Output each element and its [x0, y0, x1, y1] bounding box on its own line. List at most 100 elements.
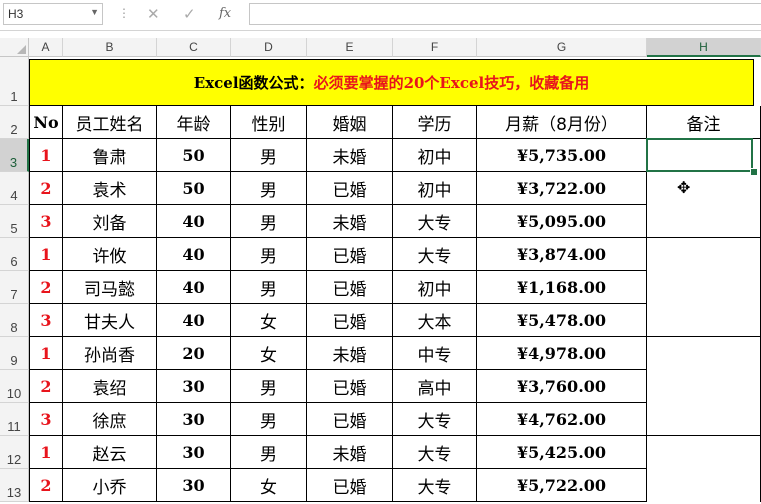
cell-gender[interactable]: 女	[231, 469, 307, 502]
cell-gender[interactable]: 男	[231, 172, 307, 205]
row-header-10[interactable]: 10	[0, 370, 29, 403]
cell-marriage[interactable]: 已婚	[307, 304, 393, 337]
cell-edu[interactable]: 高中	[393, 370, 477, 403]
row-header-12[interactable]: 12	[0, 436, 29, 469]
cell-age[interactable]: 30	[157, 469, 231, 502]
cell-salary[interactable]: ¥5,722.00	[477, 469, 647, 502]
enter-icon[interactable]: ✓	[183, 5, 196, 23]
cell-marriage[interactable]: 已婚	[307, 403, 393, 436]
row-header-11[interactable]: 11	[0, 403, 29, 436]
remark-cell-2[interactable]	[647, 238, 761, 337]
cell-marriage[interactable]: 未婚	[307, 337, 393, 370]
cell-age[interactable]: 40	[157, 304, 231, 337]
cell-edu[interactable]: 大专	[393, 436, 477, 469]
cell-gender[interactable]: 男	[231, 238, 307, 271]
cell-marriage[interactable]: 已婚	[307, 370, 393, 403]
header-remark[interactable]: 备注	[647, 106, 761, 139]
cell-salary[interactable]: ¥3,760.00	[477, 370, 647, 403]
header-gender[interactable]: 性别	[231, 106, 307, 139]
cell-name[interactable]: 孙尚香	[63, 337, 157, 370]
cell-edu[interactable]: 大专	[393, 205, 477, 238]
cell-edu[interactable]: 大专	[393, 469, 477, 502]
cell-marriage[interactable]: 已婚	[307, 238, 393, 271]
cell-age[interactable]: 50	[157, 172, 231, 205]
cell-gender[interactable]: 男	[231, 139, 307, 172]
column-header-c[interactable]: C	[157, 38, 231, 57]
row-header-9[interactable]: 9	[0, 337, 29, 370]
row-header-4[interactable]: 4	[0, 172, 29, 205]
cell-no[interactable]: 1	[29, 139, 63, 172]
column-header-b[interactable]: B	[63, 38, 157, 57]
column-header-e[interactable]: E	[307, 38, 393, 57]
cell-salary[interactable]: ¥4,762.00	[477, 403, 647, 436]
title-cell[interactable]: Excel函数公式： 必须要掌握的20个Excel技巧，收藏备用	[29, 59, 754, 106]
cell-gender[interactable]: 男	[231, 403, 307, 436]
cell-edu[interactable]: 初中	[393, 139, 477, 172]
cell-no[interactable]: 3	[29, 403, 63, 436]
remark-cell-4[interactable]	[647, 436, 761, 502]
cell-name[interactable]: 袁绍	[63, 370, 157, 403]
cell-age[interactable]: 40	[157, 271, 231, 304]
cell-marriage[interactable]: 未婚	[307, 139, 393, 172]
row-header-5[interactable]: 5	[0, 205, 29, 238]
cell-name[interactable]: 甘夫人	[63, 304, 157, 337]
cell-gender[interactable]: 男	[231, 271, 307, 304]
cell-salary[interactable]: ¥3,722.00	[477, 172, 647, 205]
cell-edu[interactable]: 大本	[393, 304, 477, 337]
name-box[interactable]: H3 ▼	[3, 3, 103, 25]
row-header-2[interactable]: 2	[0, 106, 29, 139]
column-header-a[interactable]: A	[29, 38, 63, 57]
cell-salary[interactable]: ¥4,978.00	[477, 337, 647, 370]
row-header-7[interactable]: 7	[0, 271, 29, 304]
cell-marriage[interactable]: 未婚	[307, 436, 393, 469]
header-age[interactable]: 年龄	[157, 106, 231, 139]
cell-name[interactable]: 赵云	[63, 436, 157, 469]
fill-handle[interactable]	[750, 168, 758, 176]
cell-gender[interactable]: 女	[231, 337, 307, 370]
header-no[interactable]: No	[29, 106, 63, 139]
cell-gender[interactable]: 男	[231, 370, 307, 403]
cell-marriage[interactable]: 已婚	[307, 469, 393, 502]
cell-name[interactable]: 刘备	[63, 205, 157, 238]
insert-function-icon[interactable]: fx	[219, 6, 231, 21]
column-header-d[interactable]: D	[231, 38, 307, 57]
cell-name[interactable]: 许攸	[63, 238, 157, 271]
cell-age[interactable]: 20	[157, 337, 231, 370]
cell-age[interactable]: 40	[157, 205, 231, 238]
cell-gender[interactable]: 女	[231, 304, 307, 337]
cell-marriage[interactable]: 已婚	[307, 172, 393, 205]
cell-edu[interactable]: 初中	[393, 271, 477, 304]
cell-edu[interactable]: 大专	[393, 238, 477, 271]
cell-no[interactable]: 2	[29, 469, 63, 502]
row-header-6[interactable]: 6	[0, 238, 29, 271]
cell-gender[interactable]: 男	[231, 436, 307, 469]
row-header-8[interactable]: 8	[0, 304, 29, 337]
cell-edu[interactable]: 初中	[393, 172, 477, 205]
cell-no[interactable]: 3	[29, 304, 63, 337]
cell-name[interactable]: 袁术	[63, 172, 157, 205]
remark-cell-1[interactable]	[647, 139, 761, 238]
cancel-icon[interactable]: ✕	[147, 5, 160, 23]
remark-cell-3[interactable]	[647, 337, 761, 436]
header-education[interactable]: 学历	[393, 106, 477, 139]
cell-salary[interactable]: ¥5,478.00	[477, 304, 647, 337]
header-marriage[interactable]: 婚姻	[307, 106, 393, 139]
cell-salary[interactable]: ¥5,095.00	[477, 205, 647, 238]
row-header-1[interactable]: 1	[0, 57, 29, 106]
cell-salary[interactable]: ¥3,874.00	[477, 238, 647, 271]
cell-no[interactable]: 2	[29, 271, 63, 304]
cell-marriage[interactable]: 未婚	[307, 205, 393, 238]
cell-no[interactable]: 2	[29, 370, 63, 403]
header-salary[interactable]: 月薪（8月份）	[477, 106, 647, 139]
cell-no[interactable]: 1	[29, 337, 63, 370]
cell-salary[interactable]: ¥1,168.00	[477, 271, 647, 304]
cell-marriage[interactable]: 已婚	[307, 271, 393, 304]
cell-age[interactable]: 40	[157, 238, 231, 271]
chevron-down-icon[interactable]: ▼	[90, 7, 99, 17]
cell-age[interactable]: 50	[157, 139, 231, 172]
column-header-h[interactable]: H	[647, 38, 761, 57]
select-all-corner[interactable]	[0, 38, 29, 57]
cell-age[interactable]: 30	[157, 403, 231, 436]
header-name[interactable]: 员工姓名	[63, 106, 157, 139]
cell-no[interactable]: 3	[29, 205, 63, 238]
